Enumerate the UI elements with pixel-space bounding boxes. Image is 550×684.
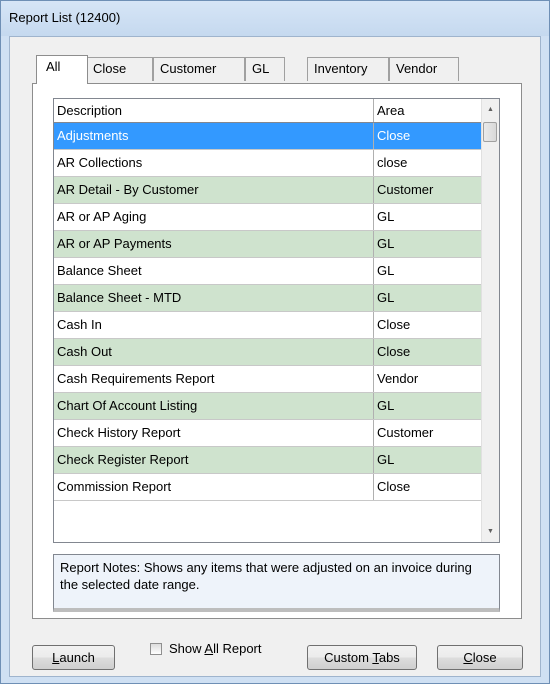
scroll-up-arrow-icon[interactable]: ▲ [482, 101, 499, 118]
cell-area: close [377, 155, 408, 170]
title-bar[interactable]: Report List (12400) [1, 1, 549, 36]
cell-description: Adjustments [54, 123, 374, 149]
cell-description: Cash In [54, 312, 374, 338]
custom-tabs-button[interactable]: Custom Tabs [307, 645, 417, 670]
window-title: Report List (12400) [9, 10, 121, 25]
cell-area: GL [377, 452, 395, 467]
close-button[interactable]: Close [437, 645, 523, 670]
launch-button[interactable]: Launch [32, 645, 115, 670]
tab-all[interactable]: All [36, 55, 88, 84]
tab-panel-all: Description Area Adjustments Close AR Co… [32, 83, 522, 619]
column-header-description[interactable]: Description [54, 99, 374, 122]
cell-area: GL [377, 398, 395, 413]
cell-area: GL [377, 209, 395, 224]
grid-rows: Adjustments Close AR Collections close A… [54, 123, 484, 501]
cell-description: AR or AP Aging [54, 204, 374, 230]
table-row[interactable]: Balance Sheet GL [54, 258, 484, 285]
cell-description: Check Register Report [54, 447, 374, 473]
tab-vendor[interactable]: Vendor [389, 57, 459, 81]
report-list-window: Report List (12400) All Close Customer G… [0, 0, 550, 684]
cell-area: Customer [377, 182, 434, 197]
table-row[interactable]: AR Detail - By Customer Customer [54, 177, 484, 204]
cell-description: AR or AP Payments [54, 231, 374, 257]
cell-description: Cash Out [54, 339, 374, 365]
cell-area: Close [377, 479, 411, 494]
cell-area: GL [377, 236, 395, 251]
cell-area: GL [377, 263, 395, 278]
table-row[interactable]: Cash Requirements Report Vendor [54, 366, 484, 393]
cell-description: AR Collections [54, 150, 374, 176]
table-row[interactable]: Adjustments Close [54, 123, 484, 150]
table-row[interactable]: Check Register Report GL [54, 447, 484, 474]
cell-area: Vendor [377, 371, 419, 386]
show-all-report-label: Show All Report [169, 641, 262, 656]
cell-description: Chart Of Account Listing [54, 393, 374, 419]
cell-description: Cash Requirements Report [54, 366, 374, 392]
table-row[interactable]: AR or AP Aging GL [54, 204, 484, 231]
checkbox-box[interactable] [150, 643, 162, 655]
table-row[interactable]: Cash Out Close [54, 339, 484, 366]
cell-area: Close [377, 344, 411, 359]
column-header-area[interactable]: Area [374, 99, 484, 122]
grid-header: Description Area [54, 99, 484, 123]
cell-description: Commission Report [54, 474, 374, 500]
tab-gl[interactable]: GL [245, 57, 285, 81]
cell-area: GL [377, 290, 395, 305]
cell-description: Check History Report [54, 420, 374, 446]
dialog-body: All Close Customer GL Inventory Vendor D… [9, 36, 541, 677]
scrollbar-thumb[interactable] [483, 122, 497, 142]
vertical-scrollbar[interactable]: ▲ ▼ [481, 99, 499, 542]
table-row[interactable]: Balance Sheet - MTD GL [54, 285, 484, 312]
cell-area: Customer [377, 425, 434, 440]
scroll-down-arrow-icon[interactable]: ▼ [482, 523, 499, 540]
cell-description: Balance Sheet - MTD [54, 285, 374, 311]
cell-area: Close [377, 128, 411, 143]
table-row[interactable]: Check History Report Customer [54, 420, 484, 447]
table-row[interactable]: Chart Of Account Listing GL [54, 393, 484, 420]
cell-description: AR Detail - By Customer [54, 177, 374, 203]
table-row[interactable]: AR or AP Payments GL [54, 231, 484, 258]
tab-inventory[interactable]: Inventory [307, 57, 389, 81]
report-notes: Report Notes: Shows any items that were … [53, 554, 500, 612]
table-row[interactable]: AR Collections close [54, 150, 484, 177]
report-grid[interactable]: Description Area Adjustments Close AR Co… [53, 98, 500, 543]
tab-close[interactable]: Close [86, 57, 153, 81]
table-row[interactable]: Commission Report Close [54, 474, 484, 501]
table-row[interactable]: Cash In Close [54, 312, 484, 339]
tab-customer[interactable]: Customer [153, 57, 245, 81]
cell-area: Close [377, 317, 411, 332]
cell-description: Balance Sheet [54, 258, 374, 284]
